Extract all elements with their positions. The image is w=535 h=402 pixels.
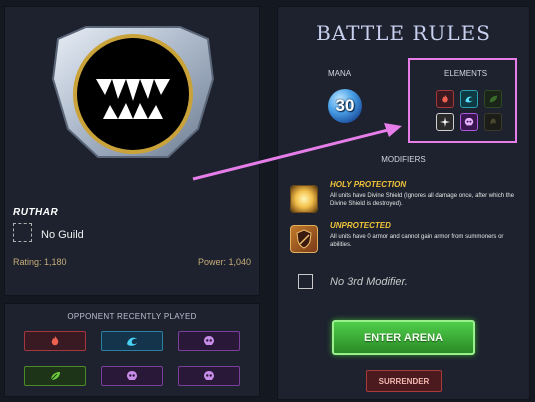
water-icon	[127, 337, 137, 346]
surrender-button[interactable]: SURRENDER	[366, 370, 442, 392]
opponent-fire-button[interactable]	[24, 331, 86, 351]
opponent-earth-button[interactable]	[24, 366, 86, 386]
mana-cap-badge: 30	[328, 89, 362, 123]
battle-rules-title: BATTLE RULES	[316, 21, 491, 45]
opponent-title: OPPONENT RECENTLY PLAYED	[67, 312, 197, 321]
modifier-description: All units have 0 armor and cannot gain a…	[330, 234, 504, 248]
death-icon	[204, 336, 214, 345]
player-panel: RUTHAR No Guild Rating: 1,180 Power: 1,0…	[4, 6, 260, 296]
enter-arena-button[interactable]: ENTER ARENA	[332, 320, 475, 355]
guild-name: No Guild	[41, 229, 84, 241]
elements-highlight-box	[408, 58, 517, 143]
modifier-title: UNPROTECTED	[330, 221, 391, 230]
opponent-death-button[interactable]	[101, 366, 163, 386]
third-modifier-text: No 3rd Modifier.	[330, 276, 408, 288]
holy-protection-icon	[290, 185, 318, 213]
earth-icon	[50, 372, 60, 381]
opponent-death-button[interactable]	[178, 331, 240, 351]
modifier-title: HOLY PROTECTION	[330, 180, 407, 189]
player-rating: Rating: 1,180	[13, 257, 67, 267]
opponent-panel: OPPONENT RECENTLY PLAYED	[4, 303, 260, 397]
opponent-water-button[interactable]	[101, 331, 163, 351]
death-icon	[204, 371, 214, 380]
empty-modifier-slot	[298, 274, 313, 289]
modifier-description: All units have Divine Shield (Ignores al…	[330, 193, 515, 207]
guild-icon	[13, 223, 32, 242]
modifiers-label: MODIFIERS	[381, 155, 426, 164]
death-icon	[127, 371, 137, 380]
opponent-death-button[interactable]	[178, 366, 240, 386]
player-power: Power: 1,040	[197, 257, 251, 267]
unprotected-shield-icon	[290, 225, 318, 253]
guild-emblem	[51, 26, 215, 158]
mana-label: MANA	[328, 69, 352, 78]
player-name: RUTHAR	[13, 207, 59, 218]
fire-icon	[51, 336, 59, 346]
